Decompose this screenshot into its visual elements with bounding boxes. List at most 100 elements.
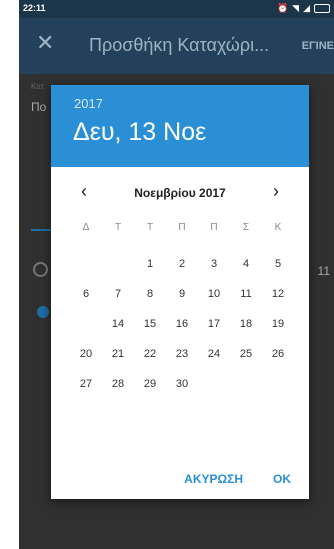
day-cell[interactable]: 25 — [230, 339, 262, 369]
day-number: 15 — [143, 318, 157, 330]
day-number: 12 — [271, 288, 285, 300]
day-number: 22 — [143, 348, 157, 360]
cancel-button[interactable]: ΑΚΥΡΩΣΗ — [184, 472, 243, 486]
wifi-icon: ◥ — [292, 3, 300, 13]
day-number: 6 — [82, 288, 90, 300]
clock-icon — [33, 262, 48, 277]
day-cell[interactable]: 9 — [166, 279, 198, 309]
year-label[interactable]: 2017 — [74, 96, 103, 111]
day-number: 13 — [79, 318, 93, 330]
day-cell[interactable]: 5 — [262, 249, 294, 279]
month-title: Νοεμβρίου 2017 — [134, 186, 226, 200]
day-number: 20 — [79, 348, 93, 360]
day-number: 4 — [242, 258, 250, 270]
date-picker-dialog: 2017 Δευ, 13 Νοε ‹ Νοεμβρίου 2017 › ΔΤΤΠ… — [51, 85, 309, 499]
day-number: 3 — [210, 258, 218, 270]
day-number: 19 — [271, 318, 285, 330]
day-cell[interactable]: 11 — [230, 279, 262, 309]
day-cell[interactable]: 14 — [102, 309, 134, 339]
day-cell[interactable]: 30 — [166, 369, 198, 399]
day-number: 28 — [111, 378, 125, 390]
day-number: 7 — [114, 288, 122, 300]
time-value[interactable]: 11 — [318, 264, 330, 278]
day-cell[interactable]: 29 — [134, 369, 166, 399]
day-number: 5 — [274, 258, 282, 270]
day-cell[interactable]: 24 — [198, 339, 230, 369]
day-cell[interactable]: 8 — [134, 279, 166, 309]
weekday-label: Σ — [242, 222, 250, 233]
day-cell[interactable]: 6 — [70, 279, 102, 309]
field-value[interactable]: Πο — [31, 100, 46, 114]
status-time: 22:11 — [23, 3, 46, 13]
day-number: 2 — [178, 258, 186, 270]
weekday-label: Δ — [82, 222, 90, 233]
selected-day-cell[interactable]: 13 — [69, 308, 103, 342]
dialog-actions: ΑΚΥΡΩΣΗ OK — [184, 472, 291, 486]
day-cell[interactable]: 12 — [262, 279, 294, 309]
day-number: 14 — [111, 318, 125, 330]
day-cell[interactable]: 26 — [262, 339, 294, 369]
day-cell[interactable]: 16 — [166, 309, 198, 339]
day-number: 17 — [207, 318, 221, 330]
done-button[interactable]: ΕΓΙΝΕ — [302, 40, 334, 52]
day-number: 30 — [175, 378, 189, 390]
day-cell[interactable]: 3 — [198, 249, 230, 279]
app-bar: ✕ Προσθήκη Καταχώρι... ΕΓΙΝΕ — [19, 18, 334, 74]
empty-day-cell — [102, 249, 134, 279]
day-cell[interactable]: 19 — [262, 309, 294, 339]
empty-day-cell — [262, 369, 294, 399]
date-picker-header: 2017 Δευ, 13 Νοε — [51, 85, 309, 167]
day-cell[interactable]: 1 — [134, 249, 166, 279]
day-cell[interactable]: 4 — [230, 249, 262, 279]
battery-icon — [314, 3, 330, 13]
day-cell[interactable]: 28 — [102, 369, 134, 399]
chevron-right-icon[interactable]: › — [273, 181, 279, 202]
weekday-label: Π — [178, 222, 186, 233]
day-number: 10 — [207, 288, 221, 300]
day-number: 21 — [111, 348, 125, 360]
day-cell[interactable]: 17 — [198, 309, 230, 339]
day-cell[interactable]: 18 — [230, 309, 262, 339]
close-icon[interactable]: ✕ — [36, 30, 54, 56]
day-number: 8 — [146, 288, 154, 300]
day-cell[interactable]: 23 — [166, 339, 198, 369]
empty-day-cell — [230, 369, 262, 399]
day-number: 16 — [175, 318, 189, 330]
day-number: 18 — [239, 318, 253, 330]
weekday-label: Π — [210, 222, 218, 233]
weekday-label: Τ — [114, 222, 122, 233]
calendar-grid: 1 2 3 4 5 6 7 8 9 10 11 12 13 14 15 16 17 18 19 20 21 22 23 24 2… — [69, 249, 294, 399]
page-title: Προσθήκη Καταχώρι... — [89, 35, 270, 55]
empty-day-cell — [198, 369, 230, 399]
color-dot[interactable] — [37, 306, 49, 318]
day-cell[interactable]: 27 — [70, 369, 102, 399]
day-number: 24 — [207, 348, 221, 360]
day-cell[interactable]: 21 — [102, 339, 134, 369]
day-number: 25 — [239, 348, 253, 360]
day-cell[interactable]: 15 — [134, 309, 166, 339]
status-icons: ⏰ ◥ ◢ — [277, 2, 330, 14]
day-number: 1 — [146, 258, 154, 270]
day-number: 9 — [178, 288, 186, 300]
field-label: Κατ — [31, 82, 45, 91]
weekday-label: Κ — [274, 222, 282, 233]
weekday-label: Τ — [146, 222, 154, 233]
alarm-icon: ⏰ — [276, 3, 289, 13]
signal-icon: ◢ — [303, 3, 310, 13]
day-number: 23 — [175, 348, 189, 360]
weekday-header: ΔΤΤΠΠΣΚ — [70, 222, 294, 233]
selected-date-label[interactable]: Δευ, 13 Νοε — [73, 118, 206, 147]
day-cell[interactable]: 20 — [70, 339, 102, 369]
day-number: 11 — [240, 288, 252, 300]
day-cell[interactable]: 10 — [198, 279, 230, 309]
day-cell[interactable]: 7 — [102, 279, 134, 309]
day-number: 27 — [79, 378, 93, 390]
day-cell[interactable]: 2 — [166, 249, 198, 279]
day-number: 26 — [271, 348, 285, 360]
day-cell[interactable]: 22 — [134, 339, 166, 369]
month-navigation: ‹ Νοεμβρίου 2017 › — [51, 181, 309, 205]
empty-day-cell — [70, 249, 102, 279]
ok-button[interactable]: OK — [273, 472, 291, 486]
day-number: 29 — [143, 378, 157, 390]
status-bar: 22:11 ⏰ ◥ ◢ — [19, 0, 334, 18]
